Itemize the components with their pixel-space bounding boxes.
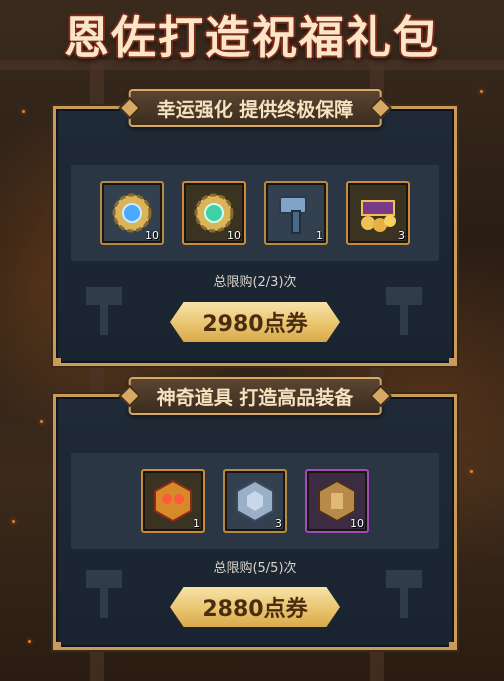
item-quantity: 1 bbox=[193, 517, 200, 530]
item-slot[interactable]: 1 bbox=[141, 469, 205, 533]
item-quantity: 10 bbox=[350, 517, 364, 530]
page-title: 恩佐打造祝福礼包 bbox=[63, 10, 440, 64]
item-slot[interactable]: 10 bbox=[305, 469, 369, 533]
purchase-limit: 总限购(2/3)次 bbox=[213, 275, 297, 290]
silver-cube-icon bbox=[236, 479, 274, 523]
treasure-chest-gold-icon bbox=[361, 200, 396, 232]
pack-heading-ribbon: 神奇道具 打造高品装备 bbox=[118, 377, 392, 415]
pack-heading-ribbon: 幸运强化 提供终极保障 bbox=[118, 89, 392, 127]
item-quantity: 3 bbox=[398, 229, 405, 242]
item-quantity: 10 bbox=[145, 229, 159, 242]
item-slot[interactable]: 10 bbox=[100, 181, 164, 245]
pack-panel-2: 神奇道具 打造高品装备 1 3 10 总限购(5/5)次 2880点券 bbox=[53, 377, 457, 650]
purchase-limit: 总限购(5/5)次 bbox=[213, 561, 297, 576]
item-slot[interactable]: 1 bbox=[264, 181, 328, 245]
buy-button[interactable]: 2880点券 bbox=[170, 587, 340, 627]
item-quantity: 1 bbox=[316, 229, 323, 242]
item-strip: 10 10 1 3 bbox=[71, 165, 439, 261]
item-slot[interactable]: 3 bbox=[223, 469, 287, 533]
buy-button[interactable]: 2980点券 bbox=[170, 302, 340, 342]
pack-heading: 幸运强化 提供终极保障 bbox=[156, 98, 354, 121]
item-strip: 1 3 10 bbox=[71, 453, 439, 549]
blue-hammer-icon bbox=[279, 196, 307, 234]
item-quantity: 10 bbox=[227, 229, 241, 242]
item-slot[interactable]: 10 bbox=[182, 181, 246, 245]
pack-panel-1: 幸运强化 提供终极保障 10 10 1 3 总限购(2/3)次 2980点券 bbox=[53, 89, 457, 366]
red-gold-cube-icon bbox=[154, 479, 192, 523]
item-slot[interactable]: 3 bbox=[346, 181, 410, 245]
item-quantity: 3 bbox=[275, 517, 282, 530]
pack-heading: 神奇道具 打造高品装备 bbox=[156, 386, 354, 409]
